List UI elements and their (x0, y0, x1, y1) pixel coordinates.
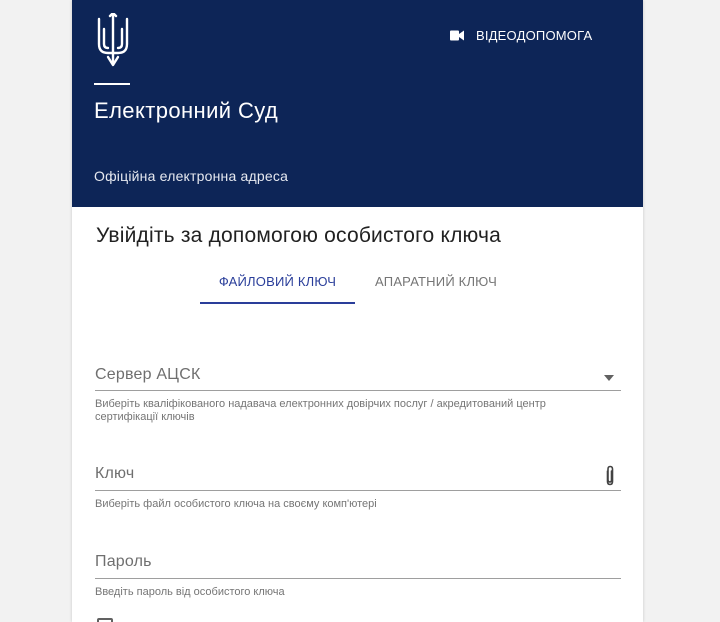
tab-file-key[interactable]: ФАЙЛОВИЙ КЛЮЧ (200, 262, 355, 302)
trident-icon (97, 13, 129, 67)
app-subtitle: Офіційна електронна адреса (94, 168, 289, 184)
header-divider (94, 83, 130, 85)
paperclip-icon[interactable] (604, 465, 616, 487)
active-tab-indicator (200, 302, 355, 304)
app-title: Електронний Суд (94, 98, 279, 123)
key-file-underline (95, 490, 621, 491)
password-label: Пароль (95, 553, 152, 570)
key-file-hint: Виберіть файл особистого ключа на своєму… (95, 498, 377, 510)
video-camera-icon (450, 30, 464, 40)
key-file-label: Ключ (95, 465, 135, 482)
server-select-label: Сервер АЦСК (95, 366, 201, 383)
tab-hardware-key[interactable]: АПАРАТНИЙ КЛЮЧ (355, 262, 517, 302)
key-type-tabs: ФАЙЛОВИЙ КЛЮЧ АПАРАТНИЙ КЛЮЧ (200, 262, 530, 304)
password-underline (95, 578, 621, 579)
key-file-field[interactable]: Ключ Виберіть файл особистого ключа на с… (95, 465, 621, 515)
app-header: Електронний Суд Офіційна електронна адре… (72, 0, 643, 207)
video-help-label: ВІДЕОДОПОМОГА (476, 27, 593, 43)
password-hint: Введіть пароль від особистого ключа (95, 586, 285, 598)
server-select[interactable]: Сервер АЦСК Виберіть кваліфікованого над… (95, 366, 621, 426)
server-select-underline (95, 390, 621, 391)
video-help-button[interactable]: ВІДЕОДОПОМОГА (450, 25, 592, 45)
login-card: Електронний Суд Офіційна електронна адре… (72, 0, 643, 622)
checkbox[interactable] (97, 618, 113, 622)
server-select-hint: Виберіть кваліфікованого надавача електр… (95, 398, 546, 423)
login-title: Увійдіть за допомогою особистого ключа (96, 224, 502, 247)
arrow-drop-down-icon[interactable] (604, 375, 614, 381)
password-field[interactable]: Пароль Введіть пароль від особистого клю… (95, 553, 621, 603)
